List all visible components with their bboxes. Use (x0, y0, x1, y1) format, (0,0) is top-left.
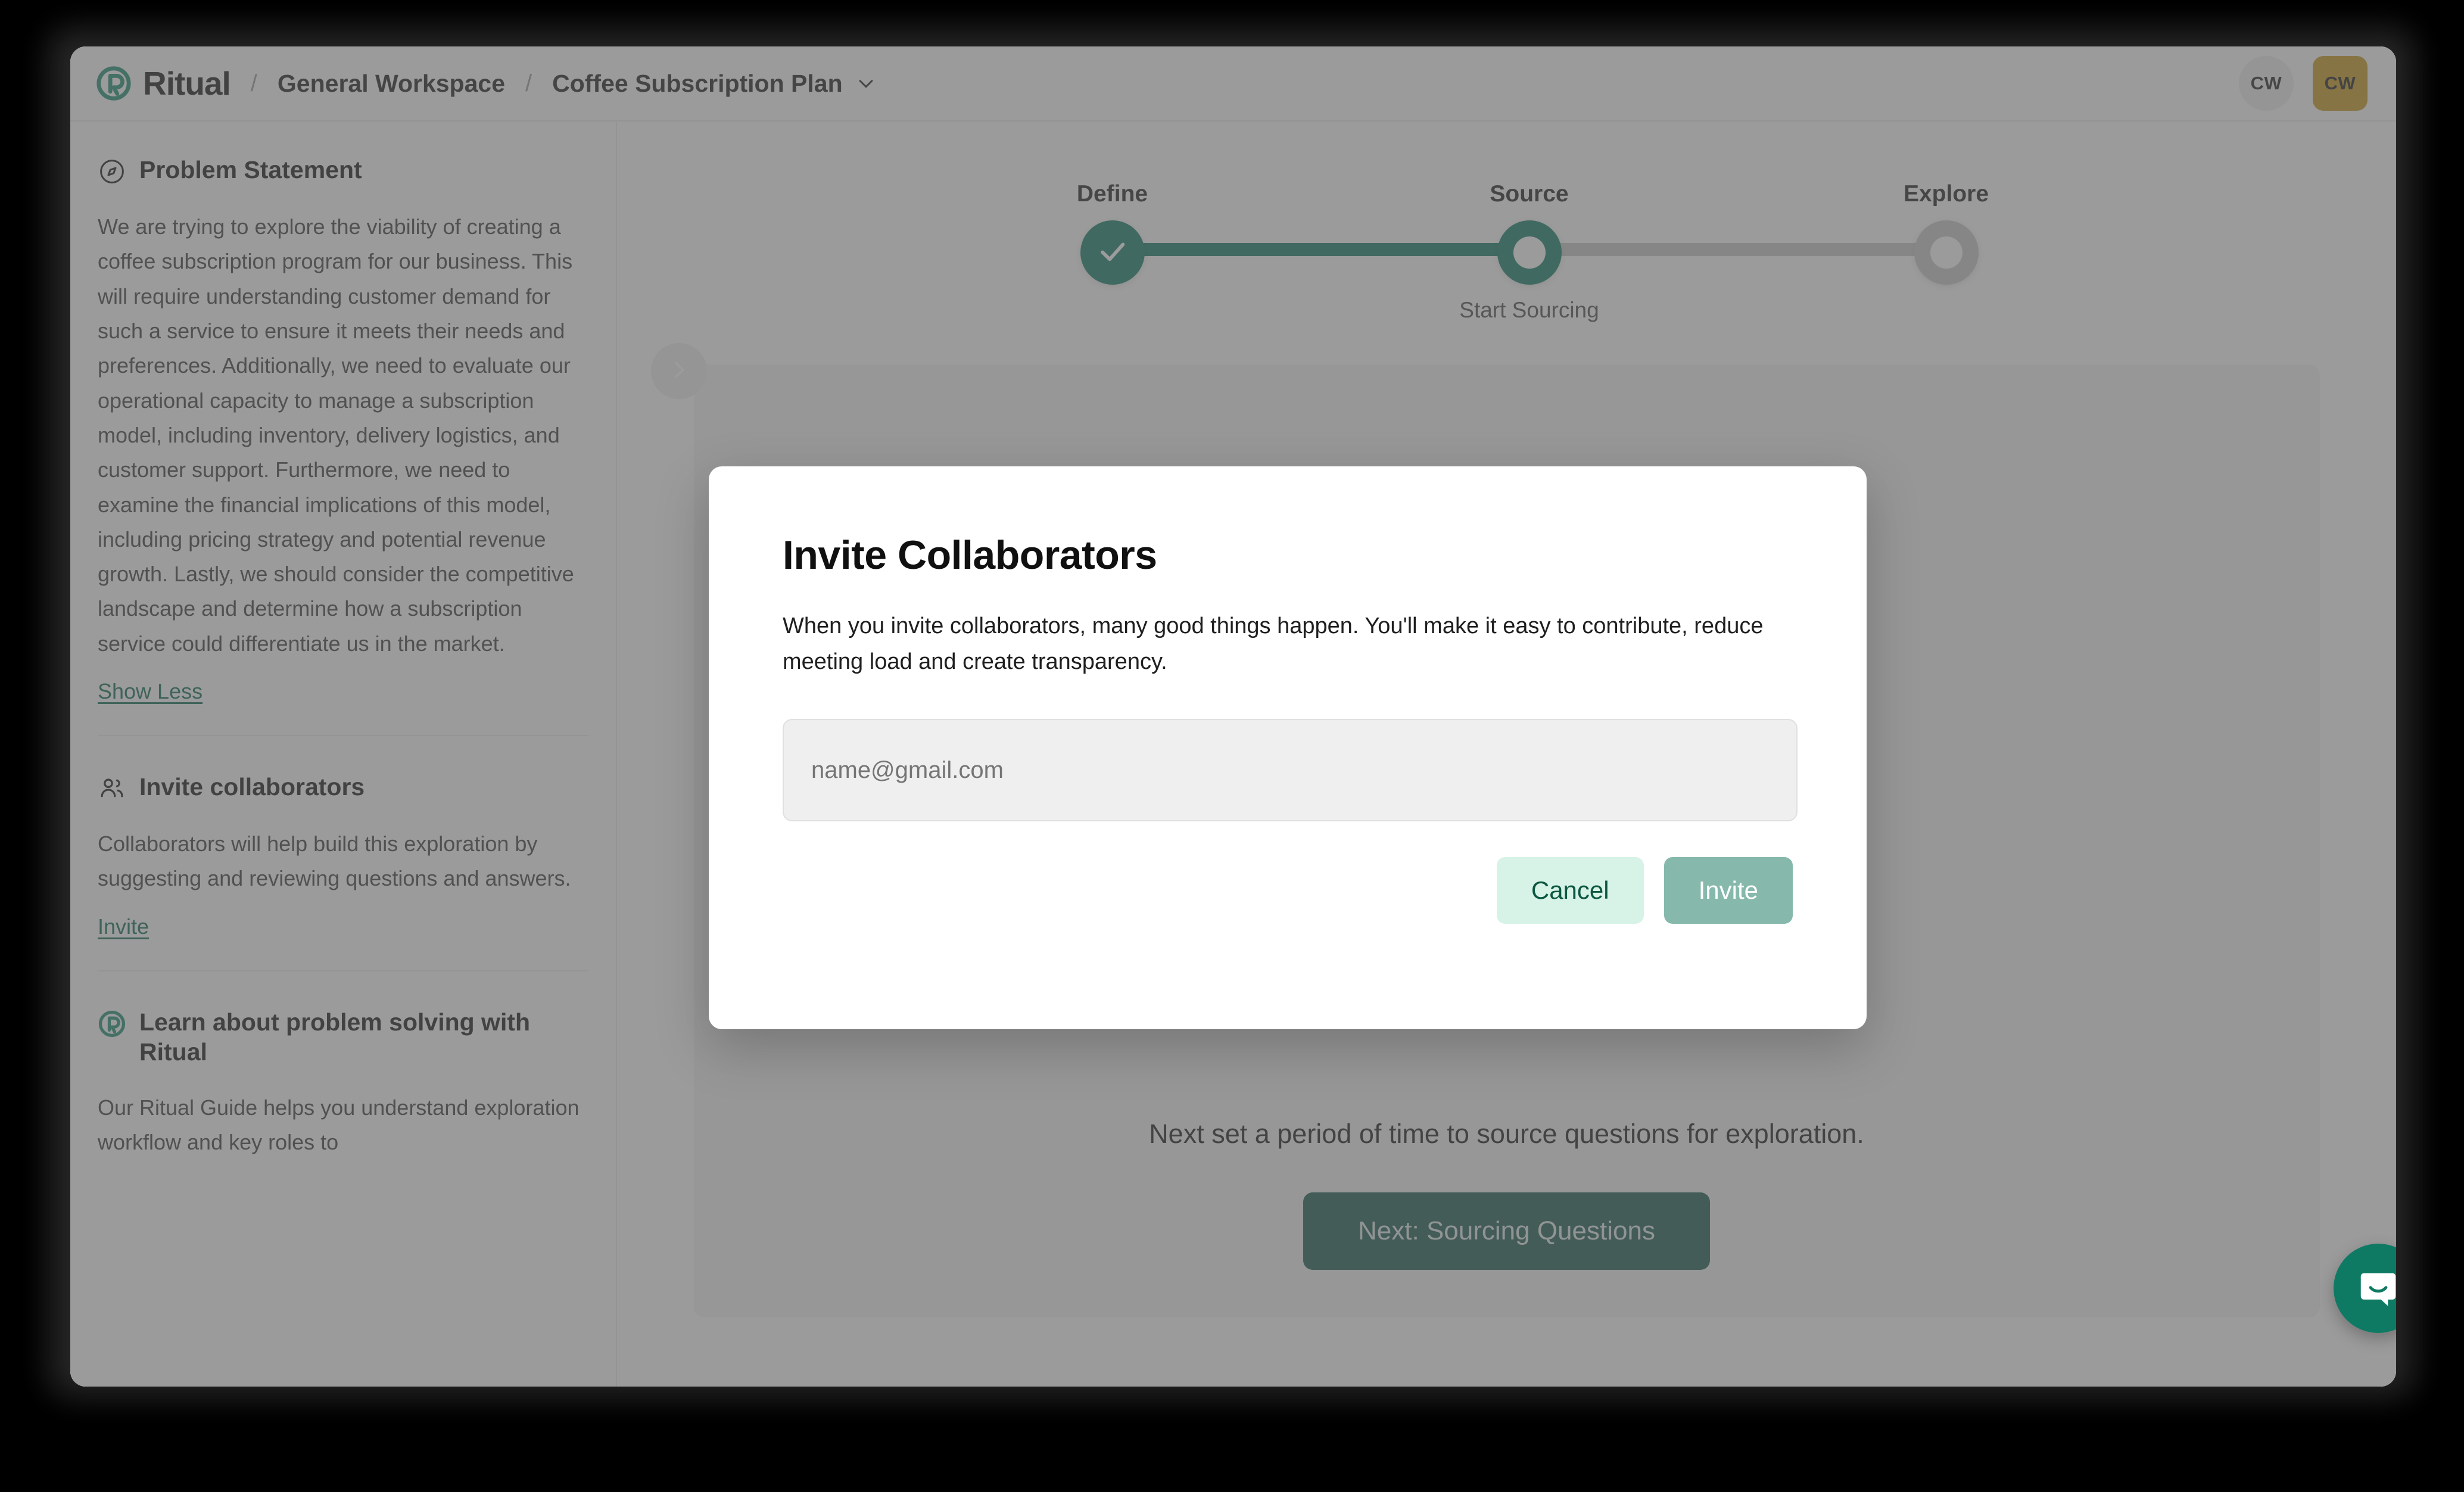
dialog-title: Invite Collaborators (783, 532, 1157, 578)
app-window: Ritual / General Workspace / Coffee Subs… (70, 46, 2396, 1387)
dialog-description: When you invite collaborators, many good… (783, 613, 1764, 675)
invite-email-input[interactable] (783, 719, 1798, 822)
dialog-actions: Cancel Invite (783, 857, 1793, 924)
cancel-button[interactable]: Cancel (1496, 857, 1644, 924)
desktop-backdrop: Ritual / General Workspace / Coffee Subs… (0, 0, 2464, 1492)
invite-button[interactable]: Invite (1664, 857, 1793, 924)
invite-collaborators-dialog: Invite Collaborators When you invite col… (709, 466, 1867, 1029)
